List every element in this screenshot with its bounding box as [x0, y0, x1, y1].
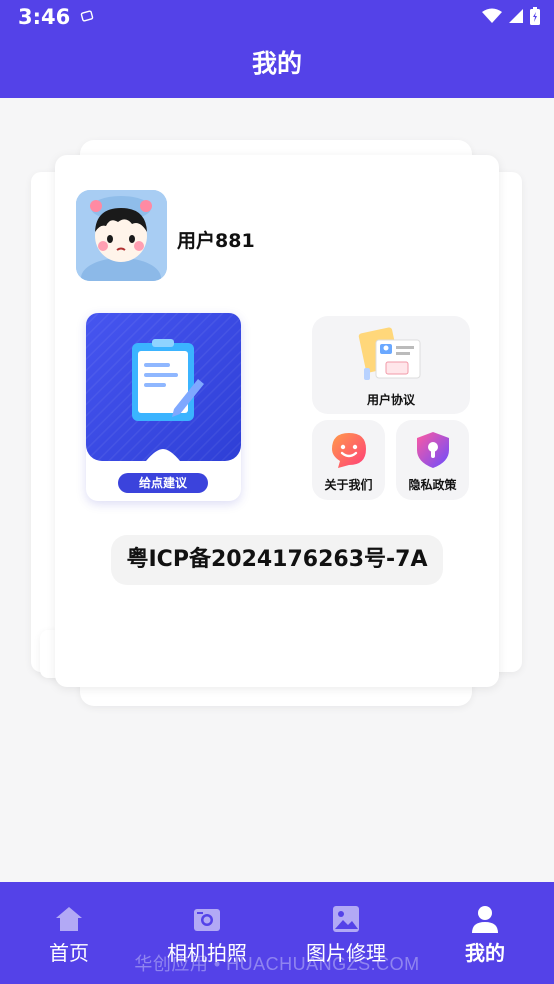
icp-record: 粤ICP备2024176263号-7A: [111, 535, 443, 585]
shield-lock-icon: [417, 432, 449, 468]
document-icon: [358, 327, 421, 380]
user-agreement-label: 用户协议: [366, 393, 415, 407]
feedback-card[interactable]: 给点建议: [86, 313, 241, 501]
page-title: 我的: [251, 49, 302, 78]
notification-icon: [80, 10, 94, 22]
person-icon: [472, 906, 498, 933]
signal-icon: [509, 9, 523, 23]
title-bar: 我的: [0, 34, 554, 98]
chat-smile-icon: [332, 433, 366, 468]
username: 用户881: [177, 230, 255, 252]
image-icon: [333, 906, 359, 932]
status-icons: [482, 7, 540, 25]
user-agreement-tile[interactable]: 用户协议: [312, 316, 470, 414]
about-us-tile[interactable]: 关于我们: [312, 420, 385, 500]
camera-icon: [194, 909, 220, 931]
feedback-banner: [86, 313, 241, 461]
feedback-button[interactable]: 给点建议: [118, 473, 208, 493]
avatar-illustration: [76, 190, 167, 281]
clipboard-icon: [86, 313, 241, 461]
wifi-icon: [482, 8, 502, 23]
status-bar: 3:46: [0, 0, 554, 34]
home-icon: [56, 907, 82, 931]
avatar[interactable]: [76, 190, 167, 281]
privacy-policy-label: 隐私政策: [408, 478, 457, 492]
watermark: 华创应用 • HUACHUANGZS.COM: [134, 954, 420, 974]
privacy-policy-tile[interactable]: 隐私政策: [396, 420, 469, 500]
about-us-label: 关于我们: [324, 478, 373, 492]
battery-icon: [530, 7, 540, 25]
status-time: 3:46: [18, 5, 71, 29]
